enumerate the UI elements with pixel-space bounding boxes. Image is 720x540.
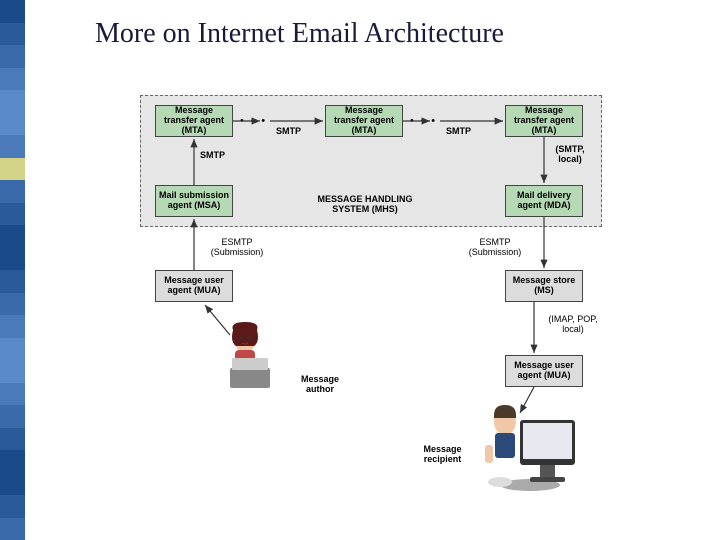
node-mta-2: Message transfer agent (MTA) xyxy=(325,105,403,137)
node-mua-author: Message user agent (MUA) xyxy=(155,270,233,302)
sidebar-stripe xyxy=(0,428,25,451)
sidebar-stripe xyxy=(0,180,25,203)
label-smtp-vert: SMTP xyxy=(200,151,225,161)
sidebar-stripe xyxy=(0,225,25,248)
sidebar-stripe xyxy=(0,248,25,271)
sidebar-stripe xyxy=(0,45,25,68)
label-author: Message author xyxy=(295,375,345,395)
sidebar-stripe xyxy=(0,315,25,338)
node-mta-3: Message transfer agent (MTA) xyxy=(505,105,583,137)
sidebar-stripe xyxy=(0,158,25,181)
sidebar-stripe xyxy=(0,203,25,226)
sidebar-stripe xyxy=(0,68,25,91)
sidebar-stripe xyxy=(0,518,25,540)
sidebar-stripe xyxy=(0,113,25,136)
label-mhs: MESSAGE HANDLING SYSTEM (MHS) xyxy=(305,195,425,215)
node-mta-1: Message transfer agent (MTA) xyxy=(155,105,233,137)
ellipsis-2: • • • xyxy=(410,115,437,127)
recipient-illustration xyxy=(470,400,590,500)
sidebar-stripe xyxy=(0,23,25,46)
label-smtp-2: SMTP xyxy=(446,127,471,137)
label-esmtp-left: ESMTP (Submission) xyxy=(202,238,272,258)
slide-title: More on Internet Email Architecture xyxy=(95,18,504,50)
sidebar-stripe xyxy=(0,360,25,383)
sidebar-stripe xyxy=(0,495,25,518)
email-architecture-diagram: Message transfer agent (MTA) • • • Messa… xyxy=(120,95,620,515)
sidebar-stripe xyxy=(0,90,25,113)
ellipsis-1: • • • xyxy=(240,115,267,127)
node-mua-recipient: Message user agent (MUA) xyxy=(505,355,583,387)
sidebar-stripe xyxy=(0,0,25,23)
label-recipient: Message recipient xyxy=(415,445,470,465)
label-smtp-1: SMTP xyxy=(276,127,301,137)
sidebar-stripe xyxy=(0,383,25,406)
sidebar-stripe xyxy=(0,293,25,316)
sidebar-stripe xyxy=(0,405,25,428)
decorative-sidebar xyxy=(0,0,30,540)
node-mda: Mail delivery agent (MDA) xyxy=(505,185,583,217)
node-ms: Message store (MS) xyxy=(505,270,583,302)
label-imap: (IMAP, POP, local) xyxy=(538,315,608,335)
sidebar-stripe xyxy=(0,270,25,293)
label-esmtp-right: ESMTP (Submission) xyxy=(460,238,530,258)
node-msa: Mail submission agent (MSA) xyxy=(155,185,233,217)
sidebar-stripe xyxy=(0,338,25,361)
sidebar-stripe xyxy=(0,473,25,496)
label-smtp-local: (SMTP, local) xyxy=(545,145,595,165)
author-illustration xyxy=(210,320,290,395)
sidebar-stripe xyxy=(0,135,25,158)
sidebar-stripe xyxy=(0,450,25,473)
